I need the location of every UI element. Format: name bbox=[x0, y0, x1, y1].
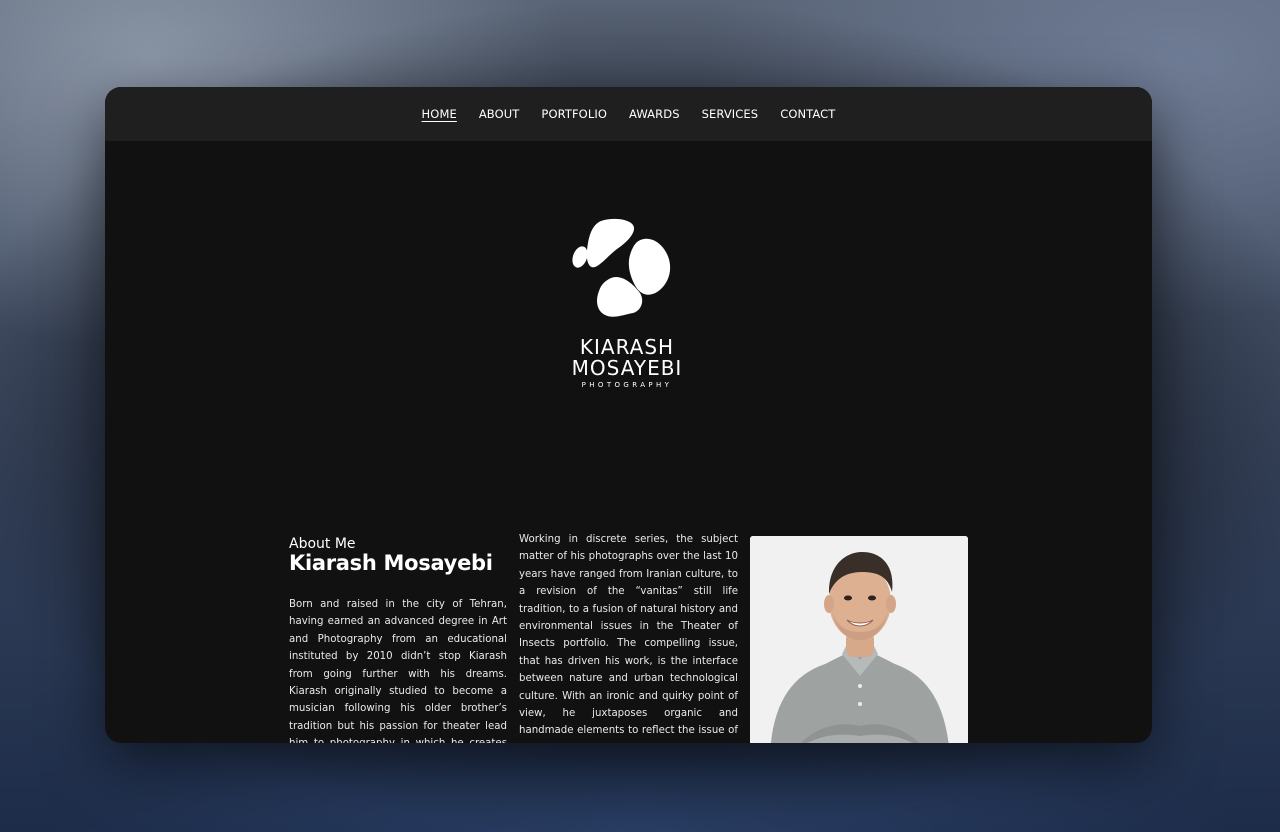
nav-contact[interactable]: CONTACT bbox=[780, 107, 835, 121]
logo-text-last-name: MOSAYEBI bbox=[571, 356, 683, 380]
about-name-heading: Kiarash Mosayebi bbox=[289, 551, 493, 575]
nav-awards[interactable]: AWARDS bbox=[629, 107, 680, 121]
portrait-image bbox=[750, 536, 968, 743]
portrait-photo bbox=[750, 536, 968, 743]
bio-paragraph: Born and raised in the city of Tehran, h… bbox=[289, 599, 507, 743]
logo-text-tagline: PHOTOGRAPHY bbox=[581, 381, 673, 389]
pebble-mark-icon bbox=[572, 218, 671, 317]
main-nav: HOME ABOUT PORTFOLIO AWARDS SERVICES CON… bbox=[105, 87, 1152, 141]
nav-portfolio[interactable]: PORTFOLIO bbox=[541, 107, 607, 121]
site-logo[interactable]: KIARASH MOSAYEBI PHOTOGRAPHY bbox=[567, 217, 687, 389]
about-section-label: About Me bbox=[289, 536, 356, 552]
logo-text-first-name: KIARASH bbox=[579, 335, 675, 359]
nav-services[interactable]: SERVICES bbox=[702, 107, 759, 121]
work-paragraph: Working in discrete series, the subject … bbox=[519, 534, 738, 743]
nav-home[interactable]: HOME bbox=[422, 107, 457, 121]
nav-about[interactable]: ABOUT bbox=[479, 107, 520, 121]
browser-window: HOME ABOUT PORTFOLIO AWARDS SERVICES CON… bbox=[105, 87, 1152, 743]
